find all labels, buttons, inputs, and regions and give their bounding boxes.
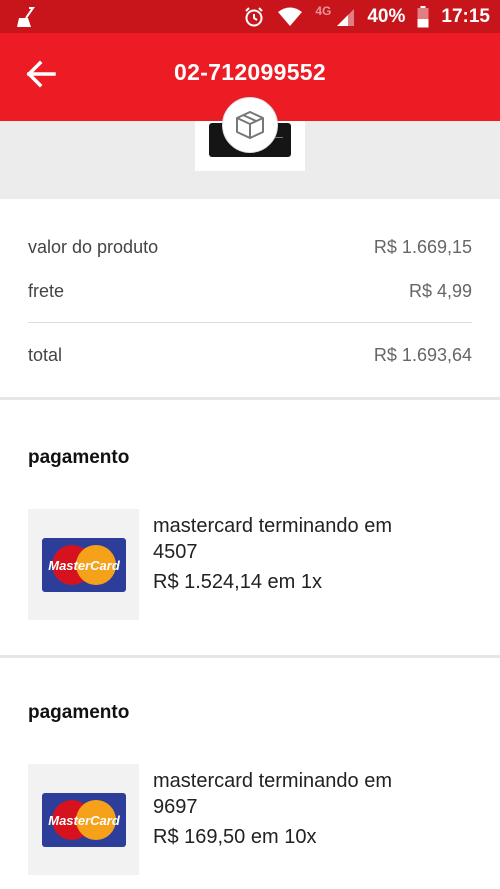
payment-amount: R$ 169,50 em 10x bbox=[153, 826, 317, 848]
payment-amount: R$ 1.524,14 em 1x bbox=[153, 571, 322, 593]
order-summary: valor do produto R$ 1.669,15 frete R$ 4,… bbox=[0, 199, 500, 400]
network-type: 4G bbox=[315, 3, 332, 18]
payment-card-text: mastercard terminando em bbox=[153, 515, 392, 537]
product-value-row: valor do produto R$ 1.669,15 bbox=[28, 237, 472, 258]
payment-title: pagamento bbox=[28, 702, 130, 723]
battery-percent: 40% bbox=[367, 5, 406, 27]
signal-icon bbox=[335, 7, 355, 27]
payment-card-digits: 4507 bbox=[153, 541, 198, 563]
payment-description: mastercard terminando em 4507 bbox=[153, 513, 472, 565]
total-row: total R$ 1.693,64 bbox=[28, 345, 472, 366]
status-bar: 4G 40% 17:15 bbox=[0, 0, 500, 33]
shipping-row: frete R$ 4,99 bbox=[28, 281, 472, 302]
shipping-label: frete bbox=[28, 281, 65, 301]
product-value: R$ 1.669,15 bbox=[373, 237, 472, 257]
mastercard-logo: MasterCard bbox=[28, 509, 139, 620]
total-value: R$ 1.693,64 bbox=[373, 345, 472, 365]
mastercard-logo: MasterCard bbox=[28, 764, 139, 875]
payment-title: pagamento bbox=[28, 447, 130, 468]
total-label: total bbox=[28, 345, 63, 365]
clock: 17:15 bbox=[441, 5, 490, 27]
wifi-icon bbox=[277, 7, 303, 27]
payment-section: pagamento MasterCard mastercard terminan… bbox=[0, 403, 500, 655]
card-brand-text: MasterCard bbox=[48, 558, 121, 573]
card-brand-text: MasterCard bbox=[48, 813, 121, 828]
battery-icon bbox=[417, 5, 429, 28]
package-icon bbox=[222, 97, 278, 153]
broom-icon bbox=[14, 6, 36, 28]
alarm-icon bbox=[243, 6, 265, 28]
divider bbox=[28, 322, 472, 323]
payment-card-digits: 9697 bbox=[153, 796, 198, 818]
payment-card-text: mastercard terminando em bbox=[153, 770, 392, 792]
product-value-label: valor do produto bbox=[28, 237, 159, 257]
payment-section: pagamento MasterCard mastercard terminan… bbox=[0, 658, 500, 889]
shipping-value: R$ 4,99 bbox=[408, 281, 472, 301]
payment-description: mastercard terminando em 9697 bbox=[153, 768, 472, 820]
order-number-title: 02-712099552 bbox=[174, 59, 326, 85]
